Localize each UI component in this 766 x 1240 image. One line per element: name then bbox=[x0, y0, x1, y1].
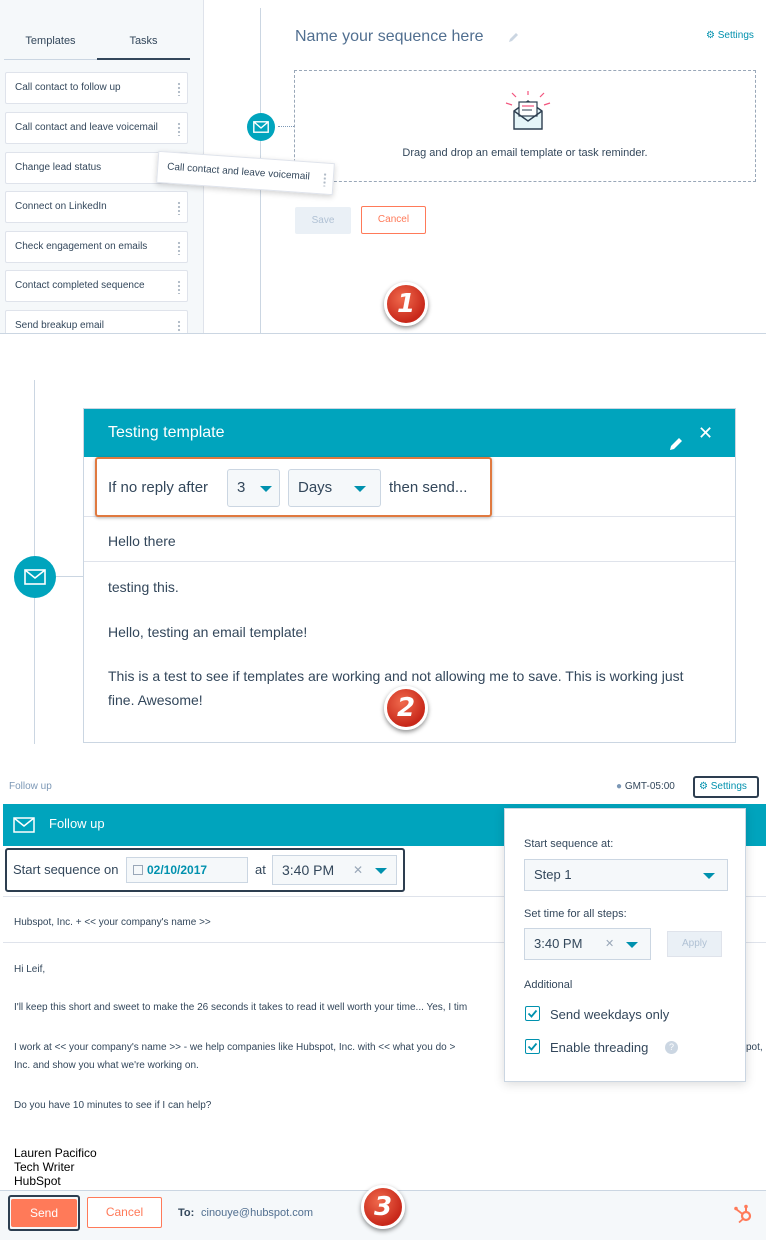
email-company-line: Hubspot, Inc. + << your company's name >… bbox=[14, 917, 211, 928]
save-button[interactable]: Save bbox=[295, 207, 351, 234]
email-paragraph: I'll keep this short and sweet to make t… bbox=[14, 1002, 468, 1013]
cancel-button[interactable]: Cancel bbox=[87, 1197, 162, 1228]
weekdays-label: Send weekdays only bbox=[550, 1007, 670, 1022]
pencil-icon[interactable] bbox=[508, 30, 520, 48]
highlight-outline bbox=[95, 457, 492, 517]
cancel-button[interactable]: Cancel bbox=[361, 206, 426, 234]
task-item[interactable]: Call contact to follow up bbox=[5, 72, 188, 104]
close-icon[interactable]: ✕ bbox=[698, 409, 713, 457]
tab-templates[interactable]: Templates bbox=[4, 22, 97, 60]
drag-handle-icon[interactable] bbox=[322, 172, 328, 187]
gear-icon: ⚙ bbox=[699, 781, 708, 792]
dropzone[interactable]: Drag and drop an email template or task … bbox=[294, 70, 756, 182]
email-body-line: testing this. bbox=[108, 579, 179, 595]
calendar-icon bbox=[133, 865, 143, 875]
email-body-line: Hello, testing an email template! bbox=[108, 624, 308, 640]
header-title: Follow up bbox=[49, 816, 105, 831]
drag-handle-icon[interactable] bbox=[177, 82, 181, 96]
dropzone-text: Drag and drop an email template or task … bbox=[402, 147, 648, 159]
task-item[interactable]: Send breakup email bbox=[5, 310, 188, 333]
task-label: Send breakup email bbox=[15, 320, 104, 331]
signature-title: Tech Writer bbox=[14, 1160, 75, 1174]
hubspot-logo-icon bbox=[733, 1204, 753, 1229]
recipient-email[interactable]: cinouye@hubspot.com bbox=[201, 1207, 313, 1219]
task-item[interactable]: Check engagement on emails bbox=[5, 231, 188, 263]
chevron-down-icon bbox=[703, 873, 715, 879]
start-date-input[interactable]: 02/10/2017 bbox=[126, 857, 248, 883]
settings-link[interactable]: ⚙ Settings bbox=[699, 781, 747, 792]
email-send-panel: Follow up ● GMT-05:00 ⚙ Settings Follow … bbox=[0, 744, 766, 1240]
checkmark-icon bbox=[527, 1009, 538, 1018]
email-paragraph-tail: pot, bbox=[746, 1042, 763, 1053]
task-label: Call contact and leave voicemail bbox=[15, 122, 158, 133]
time-all-steps-label: Set time for all steps: bbox=[524, 908, 627, 920]
globe-icon: ● bbox=[616, 781, 623, 792]
email-body-line: This is a test to see if templates are w… bbox=[108, 668, 684, 684]
email-paragraph: Inc. and show you what we're working on. bbox=[14, 1060, 199, 1071]
settings-link[interactable]: ⚙ Settings bbox=[706, 30, 754, 41]
time-all-steps-select[interactable]: 3:40 PM ✕ bbox=[524, 928, 651, 960]
sequence-name-title[interactable]: Name your sequence here bbox=[295, 28, 484, 46]
threading-checkbox[interactable] bbox=[525, 1039, 540, 1054]
clear-icon[interactable]: ✕ bbox=[353, 856, 363, 884]
to-label: To: bbox=[178, 1207, 195, 1219]
drag-handle-icon[interactable] bbox=[177, 201, 181, 215]
breadcrumb[interactable]: Follow up bbox=[9, 781, 52, 792]
additional-label: Additional bbox=[524, 979, 573, 991]
task-label: Connect on LinkedIn bbox=[15, 201, 107, 212]
drag-handle-icon[interactable] bbox=[177, 122, 181, 136]
email-paragraph: I work at << your company's name >> - we… bbox=[14, 1042, 456, 1053]
gear-icon: ⚙ bbox=[706, 30, 715, 41]
task-label: Change lead status bbox=[15, 162, 102, 173]
task-label: Check engagement on emails bbox=[15, 241, 148, 252]
envelope-illustration-icon bbox=[502, 89, 554, 136]
drag-handle-icon[interactable] bbox=[177, 241, 181, 255]
subject-row[interactable]: Hello there bbox=[84, 517, 735, 562]
card-title: Testing template bbox=[108, 424, 225, 441]
help-icon[interactable]: ? bbox=[665, 1041, 678, 1054]
task-item[interactable]: Contact completed sequence bbox=[5, 270, 188, 302]
email-paragraph: Do you have 10 minutes to see if I can h… bbox=[14, 1100, 212, 1111]
task-label: Call contact to follow up bbox=[15, 82, 121, 93]
start-sequence-label: Start sequence on bbox=[13, 862, 119, 877]
checkmark-icon bbox=[527, 1042, 538, 1051]
apply-button[interactable]: Apply bbox=[667, 931, 722, 957]
signature-name: Lauren Pacifico bbox=[14, 1146, 97, 1160]
start-at-label: Start sequence at: bbox=[524, 838, 614, 850]
timeline-connector bbox=[278, 126, 294, 127]
start-time-select[interactable]: 3:40 PM ✕ bbox=[272, 855, 397, 885]
sidebar-tabs: Templates Tasks bbox=[4, 22, 190, 60]
send-button[interactable]: Send bbox=[11, 1199, 77, 1227]
settings-popover: Start sequence at: Step 1 Set time for a… bbox=[504, 808, 746, 1082]
chevron-down-icon bbox=[626, 942, 638, 948]
email-greeting: Hi Leif, bbox=[14, 964, 46, 975]
task-label: Call contact and leave voicemail bbox=[166, 161, 311, 183]
weekdays-checkbox[interactable] bbox=[525, 1006, 540, 1021]
clear-icon[interactable]: ✕ bbox=[605, 929, 614, 959]
task-item[interactable]: Connect on LinkedIn bbox=[5, 191, 188, 223]
timeline-connector bbox=[56, 576, 84, 577]
step-number-badge: 2 bbox=[384, 686, 428, 730]
threading-label: Enable threading bbox=[550, 1040, 649, 1055]
card-header: Testing template ✕ bbox=[84, 409, 735, 457]
drag-handle-icon[interactable] bbox=[177, 320, 181, 333]
tab-tasks[interactable]: Tasks bbox=[97, 22, 190, 60]
email-step-icon bbox=[247, 113, 275, 141]
drag-handle-icon[interactable] bbox=[177, 280, 181, 294]
email-step-icon bbox=[14, 556, 56, 598]
chevron-down-icon bbox=[375, 868, 387, 874]
task-label: Contact completed sequence bbox=[15, 280, 145, 291]
email-body-line: fine. Awesome! bbox=[108, 692, 203, 708]
at-label: at bbox=[255, 862, 266, 877]
step-number-badge: 1 bbox=[384, 282, 428, 326]
template-step-panel: Testing template ✕ If no reply after 3 D… bbox=[0, 334, 766, 744]
envelope-icon bbox=[13, 817, 35, 838]
sequence-builder-panel: Templates Tasks Call contact to follow u… bbox=[0, 0, 766, 334]
step-number-badge: 3 bbox=[361, 1185, 405, 1229]
task-item[interactable]: Call contact and leave voicemail bbox=[5, 112, 188, 144]
start-step-select[interactable]: Step 1 bbox=[524, 859, 728, 891]
timezone[interactable]: ● GMT-05:00 bbox=[616, 781, 675, 792]
email-subject: Hello there bbox=[108, 533, 176, 549]
signature-company: HubSpot bbox=[14, 1174, 61, 1188]
